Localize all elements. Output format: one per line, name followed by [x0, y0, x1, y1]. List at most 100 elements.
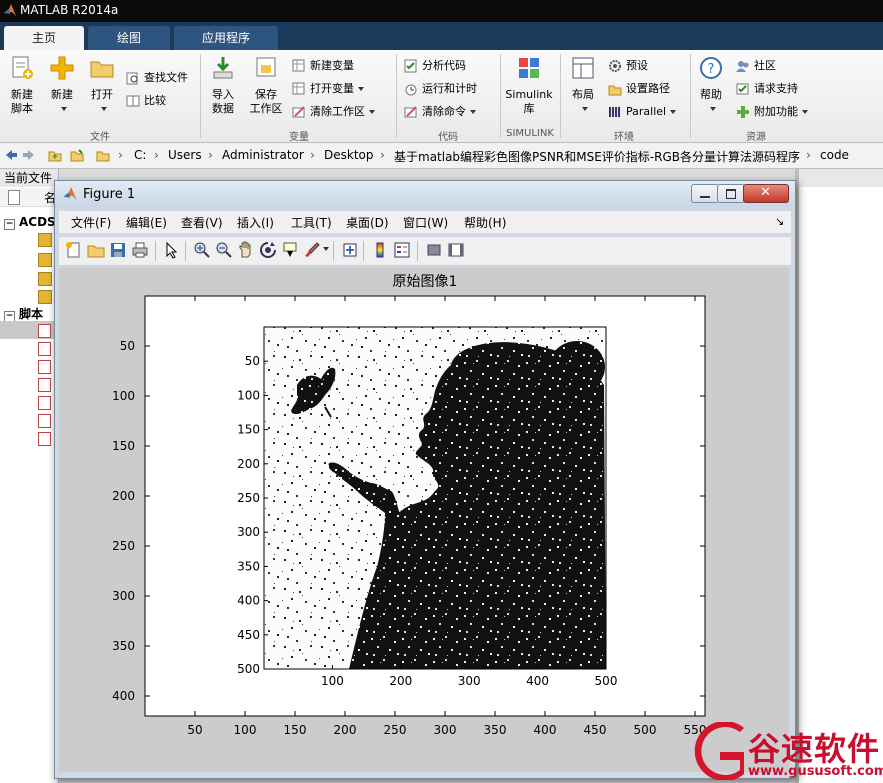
community-button[interactable]: 社区 [736, 56, 776, 76]
preferences-label: 预设 [626, 59, 648, 72]
parallel-button[interactable]: Parallel [608, 102, 677, 122]
hide-plot-tools-icon[interactable] [425, 241, 443, 259]
tab-apps[interactable]: 应用程序 [174, 26, 278, 50]
up-folder-icon[interactable] [48, 148, 62, 162]
noisy-image[interactable] [264, 327, 606, 669]
import-data-button[interactable]: 导入 数据 [206, 55, 240, 116]
figure-canvas[interactable]: 原始图像1 50 100 150 200 250 300 350 400 450 500 550 50… [59, 267, 789, 772]
tab-plots[interactable]: 绘图 [88, 26, 170, 50]
breadcrumb-item[interactable]: Administrator [222, 148, 304, 162]
pointer-icon[interactable] [163, 241, 181, 259]
menu-help[interactable]: 帮助(H) [464, 214, 506, 231]
new-dropdown-icon[interactable] [61, 107, 67, 111]
menu-edit[interactable]: 编辑(E) [126, 214, 167, 231]
m-file-icon[interactable] [38, 396, 51, 410]
m-file-icon[interactable] [38, 324, 51, 338]
zoom-in-icon[interactable] [193, 241, 211, 259]
command-window-panel[interactable] [795, 169, 883, 783]
menu-view[interactable]: 查看(V) [181, 214, 223, 231]
m-file-icon[interactable] [38, 432, 51, 446]
tab-home[interactable]: 主页 [4, 26, 84, 50]
find-files-button[interactable]: 查找文件 [126, 68, 188, 88]
menu-file[interactable]: 文件(F) [71, 214, 111, 231]
run-and-time-button[interactable]: 运行和计时 [404, 79, 477, 99]
folder-icon [90, 61, 114, 78]
breadcrumb-item[interactable]: code [820, 148, 849, 162]
outer-x-tick-label: 200 [334, 723, 357, 737]
help-dropdown-icon[interactable] [710, 107, 716, 111]
mat-file-icon[interactable] [38, 290, 52, 304]
section-acds[interactable]: − ACDS [4, 215, 56, 230]
legend-icon[interactable] [393, 241, 411, 259]
open-variable-button[interactable]: 打开变量 [292, 79, 364, 99]
open-variable-label: 打开变量 [310, 82, 354, 95]
layout-button[interactable]: 布局 [566, 55, 600, 116]
m-file-icon[interactable] [38, 360, 51, 374]
dock-arrow-icon[interactable]: ↘ [775, 215, 784, 228]
preferences-button[interactable]: 预设 [608, 56, 648, 76]
breadcrumb-item[interactable]: 基于matlab编程彩色图像PSNR和MSE评价指标-RGB各分量计算法源码程序 [394, 148, 800, 165]
pan-hand-icon[interactable] [237, 241, 255, 259]
save-icon[interactable] [109, 241, 127, 259]
mat-file-icon[interactable] [38, 253, 52, 267]
show-plot-tools-icon[interactable] [447, 241, 465, 259]
close-button[interactable]: ✕ [743, 184, 789, 203]
figure-title-bar[interactable]: Figure 1 ✕ [55, 181, 795, 207]
colorbar-icon[interactable] [371, 241, 389, 259]
layout-dropdown-icon[interactable] [582, 107, 588, 111]
save-workspace-button[interactable]: 保存 工作区 [246, 55, 286, 116]
breadcrumb-item[interactable]: C: [134, 148, 146, 162]
breadcrumb-item[interactable]: Users [168, 148, 202, 162]
menu-window[interactable]: 窗口(W) [403, 214, 448, 231]
help-button[interactable]: ? 帮助 [694, 55, 728, 116]
clear-workspace-dropdown-icon[interactable] [369, 110, 375, 114]
inner-x-tick-label: 100 [321, 674, 344, 688]
save-workspace-label: 保存 工作区 [249, 88, 283, 115]
m-file-icon[interactable] [38, 342, 51, 356]
print-icon[interactable] [131, 241, 149, 259]
clear-commands-dropdown-icon[interactable] [470, 110, 476, 114]
mat-file-icon[interactable] [38, 272, 52, 286]
m-file-icon[interactable] [38, 378, 51, 392]
browse-folder-icon[interactable] [70, 148, 84, 162]
maximize-button[interactable] [717, 184, 745, 203]
new-figure-icon[interactable] [65, 241, 83, 259]
find-files-icon [126, 72, 138, 85]
clear-commands-button[interactable]: 清除命令 [404, 102, 476, 122]
link-icon[interactable] [341, 241, 359, 259]
addons-dropdown-icon[interactable] [802, 110, 808, 114]
zoom-out-icon[interactable] [215, 241, 233, 259]
inner-y-tick-label: 350 [237, 559, 260, 573]
clear-workspace-button[interactable]: 清除工作区 [292, 102, 375, 122]
back-icon[interactable] [4, 148, 18, 162]
rotate-icon[interactable] [259, 241, 277, 259]
open-variable-dropdown-icon[interactable] [358, 87, 364, 91]
brush-dropdown-icon[interactable] [323, 247, 329, 251]
forward-icon[interactable] [22, 148, 36, 162]
new-script-button[interactable]: 新建 脚本 [4, 55, 40, 116]
compare-button[interactable]: 比较 [126, 91, 166, 111]
menu-tools[interactable]: 工具(T) [291, 214, 332, 231]
plot-area[interactable]: 原始图像1 50 100 150 200 250 300 350 400 450 500 55050… [59, 267, 789, 772]
parallel-dropdown-icon[interactable] [670, 110, 677, 114]
breadcrumb-item[interactable]: Desktop [324, 148, 374, 162]
analyze-code-button[interactable]: 分析代码 [404, 56, 466, 76]
new-variable-button[interactable]: 新建变量 [292, 56, 354, 76]
request-support-button[interactable]: 请求支持 [736, 79, 798, 99]
simulink-library-button[interactable]: Simulink 库 [504, 55, 554, 116]
open-button[interactable]: 打开 [84, 55, 120, 116]
section-scripts[interactable]: − 脚本 [4, 305, 43, 322]
mat-file-icon[interactable] [38, 233, 52, 247]
set-path-button[interactable]: 设置路径 [608, 79, 670, 99]
minimize-button[interactable] [691, 184, 719, 203]
menu-desktop[interactable]: 桌面(D) [346, 214, 389, 231]
gear-icon [609, 60, 621, 72]
addons-button[interactable]: 附加功能 [736, 102, 808, 122]
new-button[interactable]: 新建 [44, 55, 80, 116]
brush-icon[interactable] [303, 241, 321, 259]
data-cursor-icon[interactable] [281, 241, 299, 259]
m-file-icon[interactable] [38, 414, 51, 428]
menu-insert[interactable]: 插入(I) [237, 214, 274, 231]
open-file-icon[interactable] [87, 241, 105, 259]
open-dropdown-icon[interactable] [101, 107, 107, 111]
